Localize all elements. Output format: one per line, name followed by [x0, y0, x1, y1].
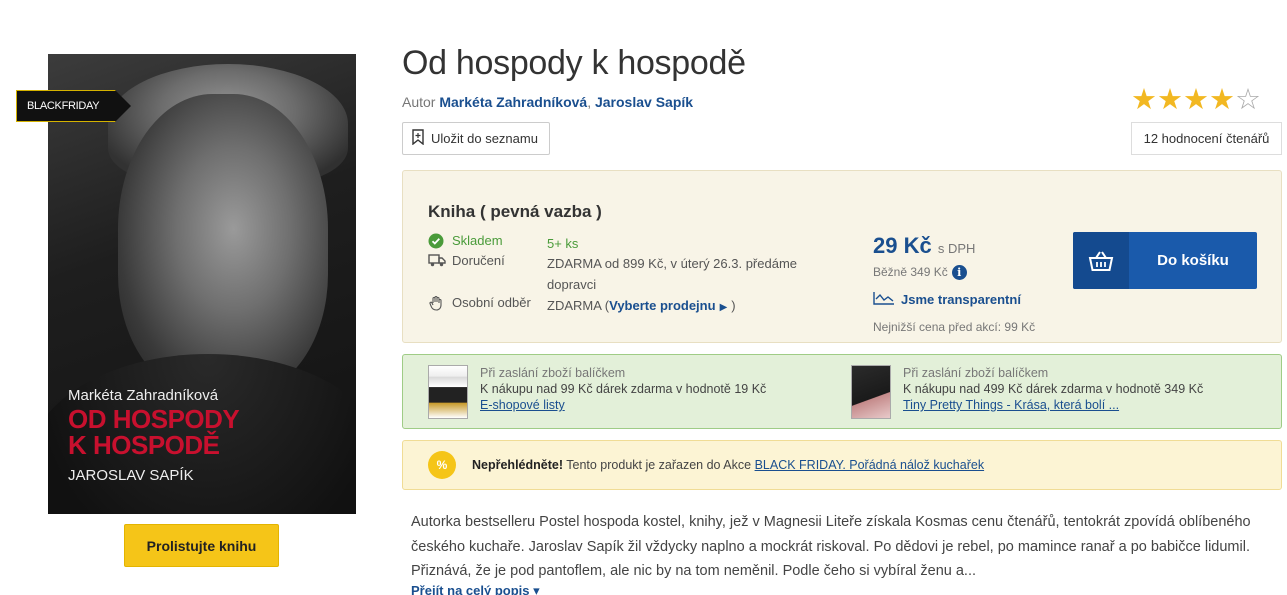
- transparent-link[interactable]: Jsme transparentní: [873, 291, 1021, 308]
- author-line: Autor Markéta Zahradníková, Jaroslav Sap…: [402, 94, 693, 110]
- cover-photo-face: [118, 94, 328, 394]
- cover-author: Markéta Zahradníková: [68, 387, 219, 404]
- pickup-prefix: ZDARMA (: [547, 298, 610, 313]
- alert-bold: Nepřehlédněte!: [472, 458, 563, 472]
- basket-icon: [1073, 232, 1129, 289]
- stock-label: Skladem: [452, 233, 503, 248]
- gift-heading: Při zaslání zboží balíčkem: [480, 366, 626, 380]
- alert-body: Tento produkt je zařazen do Akce: [563, 458, 755, 472]
- stock-value: 5+ ks: [547, 236, 579, 251]
- gift-text: Při zaslání zboží balíčkem K nákupu nad …: [480, 365, 766, 419]
- delivery-label: Doručení: [452, 253, 505, 268]
- gift-description: K nákupu nad 499 Kč dárek zdarma v hodno…: [903, 382, 1204, 396]
- stock-row: Skladem 5+ ks: [428, 233, 807, 254]
- star-icon: ★: [1183, 84, 1209, 116]
- star-icon: ★: [1157, 84, 1183, 116]
- author-link-2[interactable]: Jaroslav Sapík: [595, 94, 693, 110]
- gift-heading: Při zaslání zboží balíčkem: [903, 366, 1049, 380]
- cover-title-line1: OD HOSPODY: [68, 404, 240, 434]
- transparent-label: Jsme transparentní: [901, 292, 1021, 307]
- price-value: 29 Kč: [873, 233, 932, 258]
- star-outline-icon: ☆: [1235, 84, 1261, 116]
- select-store-link[interactable]: Vyberte prodejnu: [609, 298, 715, 313]
- rating-stars[interactable]: ★ ★ ★ ★ ☆: [1131, 86, 1261, 115]
- author-prefix: Autor: [402, 94, 436, 110]
- gift-text: Při zaslání zboží balíčkem K nákupu nad …: [903, 365, 1203, 419]
- alert-text: Nepřehlédněte! Tento produkt je zařazen …: [472, 458, 984, 472]
- book-cover[interactable]: Markéta Zahradníková OD HOSPODY K HOSPOD…: [48, 54, 356, 514]
- author-separator: ,: [587, 94, 592, 110]
- page-title: Od hospody k hospodě: [402, 44, 746, 82]
- price: 29 Kč s DPH: [873, 233, 975, 259]
- author-link-1[interactable]: Markéta Zahradníková: [439, 94, 587, 110]
- cover-title-line2: K HOSPODĚ: [68, 430, 220, 460]
- info-icon[interactable]: i: [951, 265, 967, 280]
- gift-offers-box: Při zaslání zboží balíčkem K nákupu nad …: [402, 354, 1282, 429]
- gift-offer: Při zaslání zboží balíčkem K nákupu nad …: [851, 365, 1203, 419]
- blackfriday-badge: BLACKFRIDAY: [16, 90, 131, 122]
- ratings-count-button[interactable]: 12 hodnocení čtenářů: [1131, 122, 1282, 155]
- hand-icon: [428, 295, 452, 318]
- delivery-row: Doručení ZDARMA od 899 Kč, v úterý 26.3.…: [428, 253, 807, 295]
- description-text: Autorka bestselleru Postel hospoda koste…: [411, 514, 1251, 579]
- gift-offer: Při zaslání zboží balíčkem K nákupu nad …: [428, 365, 766, 419]
- cover-author-bottom: JAROSLAV SAPÍK: [68, 467, 194, 484]
- save-to-list-button[interactable]: Uložit do seznamu: [402, 122, 550, 155]
- caret-right-icon: ▶: [719, 302, 728, 313]
- promo-alert: % Nepřehlédněte! Tento produkt je zařaze…: [402, 440, 1282, 490]
- purchase-box: Kniha ( pevná vazba ) Skladem 5+ ks Doru…: [402, 170, 1282, 343]
- delivery-value: ZDARMA od 899 Kč, v úterý 26.3. předáme …: [547, 256, 798, 292]
- chart-icon: [873, 291, 895, 308]
- truck-icon: [428, 253, 452, 295]
- pickup-suffix: ): [731, 298, 736, 313]
- gift-description: K nákupu nad 99 Kč dárek zdarma v hodnot…: [480, 382, 767, 396]
- pickup-row: Osobní odběr ZDARMA (Vyberte prodejnu ▶): [428, 295, 807, 318]
- regular-price: Běžně 349 Kč i: [873, 265, 967, 280]
- more-label: Přejít na celý popis: [411, 583, 530, 595]
- regular-price-text: Běžně 349 Kč: [873, 265, 948, 279]
- pickup-value: ZDARMA (Vyberte prodejnu ▶): [547, 295, 807, 318]
- format-label: Kniha ( pevná vazba ): [428, 202, 602, 221]
- gift-link[interactable]: Tiny Pretty Things - Krása, která bolí .…: [903, 398, 1119, 412]
- bookmark-icon: [411, 129, 425, 148]
- price-suffix: s DPH: [937, 241, 976, 256]
- chevron-down-icon: ▾: [533, 583, 540, 595]
- gift-thumbnail[interactable]: [428, 365, 468, 419]
- check-circle-icon: [428, 233, 452, 254]
- cover-title: OD HOSPODY K HOSPODĚ: [68, 404, 240, 460]
- add-to-cart-button[interactable]: Do košíku: [1073, 232, 1257, 289]
- gift-thumbnail[interactable]: [851, 365, 891, 419]
- star-icon: ★: [1131, 84, 1157, 116]
- full-description-link[interactable]: Přejít na celý popis ▾: [411, 583, 540, 595]
- blackfriday-link[interactable]: BLACK FRIDAY. Pořádná nálož kuchařek: [755, 458, 985, 472]
- star-icon: ★: [1209, 84, 1235, 116]
- add-to-cart-label: Do košíku: [1157, 252, 1229, 269]
- gift-link[interactable]: E-shopové listy: [480, 398, 565, 412]
- pickup-label: Osobní odběr: [452, 295, 531, 310]
- percent-icon: %: [428, 451, 456, 479]
- save-to-list-label: Uložit do seznamu: [431, 131, 538, 146]
- browse-book-button[interactable]: Prolistujte knihu: [124, 524, 279, 567]
- lowest-price: Nejnižší cena před akcí: 99 Kč: [873, 320, 1036, 334]
